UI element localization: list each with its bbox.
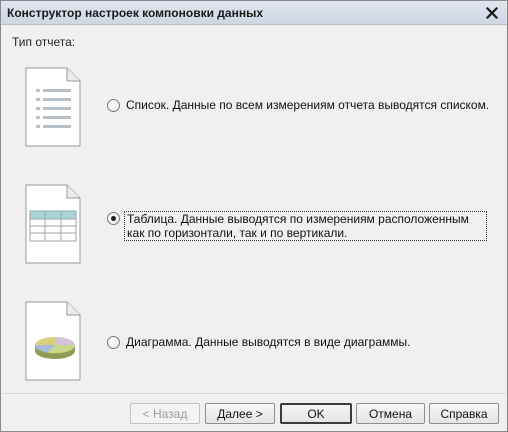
chart-radio[interactable]: [107, 336, 120, 349]
option-chart[interactable]: Диаграмма. Данные выводятся в виде диагр…: [107, 335, 412, 349]
help-button[interactable]: Справка: [429, 403, 499, 424]
cancel-button[interactable]: Отмена: [356, 403, 425, 424]
list-radio[interactable]: [107, 99, 120, 112]
list-document-icon: [25, 67, 81, 147]
table-option-label: Таблица. Данные выводятся по измерениям …: [124, 211, 487, 241]
close-icon: [486, 7, 498, 19]
next-button[interactable]: Далее >: [205, 403, 275, 424]
dialog-content: Тип отчета: Список. Данные по всем измер…: [2, 25, 506, 393]
close-button[interactable]: [483, 4, 501, 22]
ok-button[interactable]: OK: [280, 403, 352, 424]
footer-separator: [2, 393, 506, 394]
list-option-label: Список. Данные по всем измерениям отчета…: [126, 98, 490, 112]
table-document-icon: [25, 184, 81, 264]
back-button[interactable]: < Назад: [130, 403, 200, 424]
report-type-label: Тип отчета:: [12, 35, 76, 49]
chart-option-label: Диаграмма. Данные выводятся в виде диагр…: [126, 335, 411, 349]
table-radio[interactable]: [107, 212, 120, 225]
option-list[interactable]: Список. Данные по всем измерениям отчета…: [107, 98, 491, 112]
window-title: Конструктор настроек компоновки данных: [7, 6, 264, 20]
dialog-window: Конструктор настроек компоновки данных Т…: [0, 0, 508, 432]
option-table[interactable]: Таблица. Данные выводятся по измерениям …: [107, 211, 487, 241]
chart-document-icon: [25, 301, 81, 381]
title-bar[interactable]: Конструктор настроек компоновки данных: [1, 1, 507, 25]
